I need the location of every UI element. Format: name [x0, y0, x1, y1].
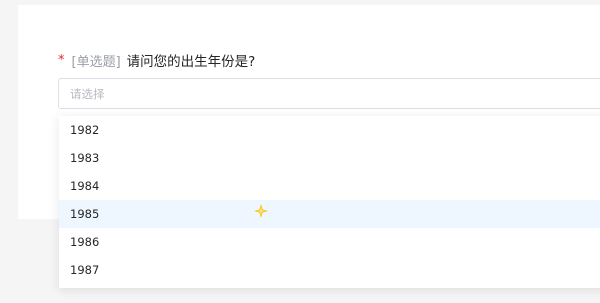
question-header: * [单选题] 请问您的出生年份是? [58, 50, 256, 71]
dropdown-option[interactable]: 1982 [59, 116, 600, 144]
dropdown-option-hovered[interactable]: 1985 [59, 200, 600, 228]
dropdown-option[interactable]: 1983 [59, 144, 600, 172]
option-label: 1982 [70, 123, 100, 137]
question-text: 请问您的出生年份是? [126, 54, 256, 70]
year-select[interactable]: 请选择 [58, 78, 600, 109]
dropdown-option[interactable]: 1987 [59, 256, 600, 284]
option-label: 1987 [70, 263, 100, 277]
dropdown-option[interactable]: 1984 [59, 172, 600, 200]
sparkle-cursor-icon [254, 204, 268, 218]
required-mark: * [58, 52, 65, 68]
question-type-label: [单选题] [71, 54, 121, 70]
option-label: 1985 [70, 207, 100, 221]
option-label: 1983 [70, 151, 100, 165]
year-dropdown-menu: 1982 1983 1984 1985 1986 1987 [59, 116, 600, 288]
option-label: 1986 [70, 235, 100, 249]
dropdown-option[interactable]: 1986 [59, 228, 600, 256]
option-label: 1984 [70, 179, 100, 193]
select-placeholder: 请选择 [70, 86, 105, 101]
